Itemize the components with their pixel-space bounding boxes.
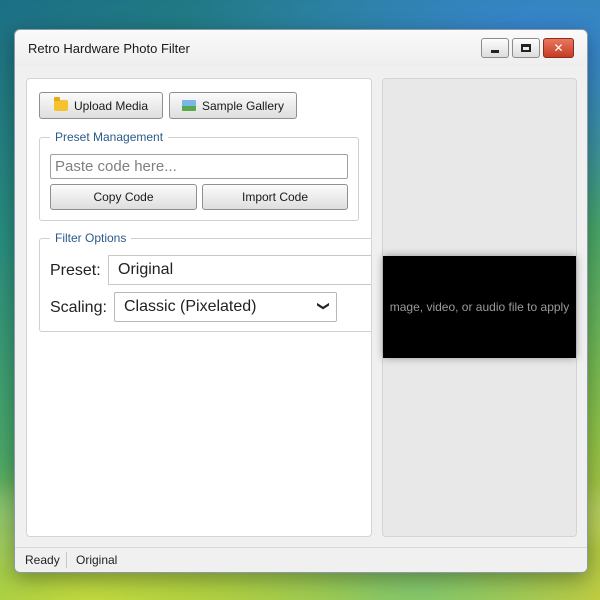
upload-media-button[interactable]: Upload Media [39, 92, 163, 119]
title-bar[interactable]: Retro Hardware Photo Filter ✕ [15, 30, 587, 66]
scaling-select[interactable]: Classic (Pixelated) ❯ [114, 292, 337, 322]
preset-dropdown[interactable]: Original [108, 255, 371, 285]
status-preset: Original [76, 553, 118, 567]
scaling-label: Scaling: [50, 299, 107, 316]
preset-value: Original [118, 261, 174, 278]
preset-management-legend: Preset Management [50, 130, 169, 144]
folder-icon [53, 97, 68, 111]
maximize-button[interactable] [512, 38, 540, 58]
controls-panel: Upload Media Sample Gallery Preset Manag… [26, 78, 372, 537]
preset-management-group: Preset Management Copy Code Import Code [39, 130, 359, 221]
filter-options-group: Filter Options Preset: Original Scaling:… [39, 231, 371, 332]
upload-media-label: Upload Media [73, 98, 149, 113]
chevron-down-icon: ❯ [316, 300, 331, 312]
preview-panel: mage, video, or audio file to apply [382, 78, 577, 537]
app-window: Retro Hardware Photo Filter ✕ Upload Med… [14, 29, 588, 573]
preview-canvas[interactable]: mage, video, or audio file to apply [383, 256, 576, 358]
close-button[interactable]: ✕ [543, 38, 574, 58]
preset-label: Preset: [50, 262, 101, 279]
sample-gallery-label: Sample Gallery [201, 98, 285, 113]
filter-options-legend: Filter Options [50, 231, 132, 245]
preset-code-input[interactable] [50, 154, 348, 179]
minimize-icon [491, 49, 499, 53]
close-icon: ✕ [553, 41, 564, 55]
maximize-icon [521, 44, 531, 52]
copy-code-button[interactable]: Copy Code [50, 184, 197, 210]
sample-gallery-button[interactable]: Sample Gallery [169, 92, 297, 119]
import-code-button[interactable]: Import Code [202, 184, 348, 210]
status-bar: Ready Original [15, 547, 587, 572]
scaling-value: Classic (Pixelated) [124, 298, 257, 315]
image-gallery-icon [181, 100, 196, 111]
minimize-button[interactable] [481, 38, 509, 58]
status-text: Ready [25, 553, 60, 567]
window-title: Retro Hardware Photo Filter [28, 41, 190, 56]
preview-message: mage, video, or audio file to apply [389, 300, 570, 314]
status-divider [66, 552, 67, 568]
